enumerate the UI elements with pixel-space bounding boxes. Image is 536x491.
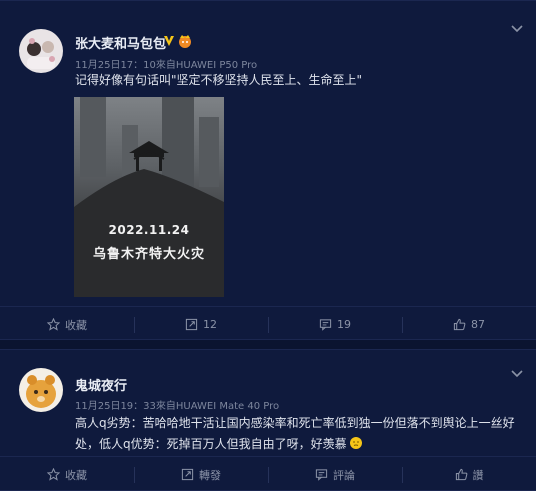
favorite-button[interactable]: 收藏 xyxy=(0,457,134,491)
comment-button[interactable]: 評論 xyxy=(268,457,402,491)
vip-crown-icon[interactable] xyxy=(177,34,193,48)
post-text: 记得好像有句话叫"坚定不移坚持人民至上、生命至上" xyxy=(75,73,363,87)
star-icon xyxy=(47,468,60,481)
author-name[interactable]: 鬼城夜行 xyxy=(75,375,127,394)
like-label: 讚 xyxy=(472,468,484,482)
comment-label: 評論 xyxy=(333,468,355,482)
star-icon xyxy=(47,318,60,331)
repost-icon xyxy=(185,318,198,331)
comment-count: 19 xyxy=(337,318,351,331)
post-card: 鬼城夜行 11月25日19：33來自HUAWEI Mate 40 Pro 高人q… xyxy=(0,349,536,491)
avatar[interactable] xyxy=(19,29,63,73)
repost-count: 12 xyxy=(203,318,217,331)
like-button[interactable]: 87 xyxy=(402,307,536,342)
favorite-label: 收藏 xyxy=(65,318,87,332)
thumbs-up-icon xyxy=(453,318,466,331)
envy-emoji-icon xyxy=(349,437,362,449)
repost-button[interactable]: 12 xyxy=(134,307,268,342)
like-button[interactable]: 讚 xyxy=(402,457,536,491)
verified-v-icon xyxy=(164,36,174,46)
comment-icon xyxy=(319,319,332,331)
chevron-down-icon[interactable] xyxy=(510,21,524,35)
post-meta: 11月25日19：33來自HUAWEI Mate 40 Pro xyxy=(75,401,280,412)
image-date: 2022.11.24 xyxy=(108,223,190,237)
weibo-feed: 张大麦和马包包 11月25日17：10來自HUAWEI P50 Pro 记得好像… xyxy=(0,0,536,491)
thumbs-up-icon xyxy=(455,468,467,481)
post-card: 张大麦和马包包 11月25日17：10來自HUAWEI P50 Pro 记得好像… xyxy=(0,0,536,340)
fire-memorial-image xyxy=(74,97,224,297)
repost-icon xyxy=(181,468,194,481)
post-image[interactable]: 2022.11.24 乌鲁木齐特大火灾 xyxy=(74,97,224,297)
avatar[interactable] xyxy=(19,368,63,412)
like-count: 87 xyxy=(471,318,485,331)
repost-button[interactable]: 轉發 xyxy=(134,457,268,491)
post-text: 高人q劣势：苦哈哈地干活让国内感染率和死亡率低到独一份但落不到舆论上一丝好处，低… xyxy=(75,413,525,455)
post-actions: 收藏 12 19 87 xyxy=(0,306,536,342)
author-name[interactable]: 张大麦和马包包 xyxy=(75,33,166,52)
favorite-label: 收藏 xyxy=(65,468,87,482)
post-meta: 11月25日17：10來自HUAWEI P50 Pro xyxy=(75,60,258,71)
author-badges xyxy=(163,34,193,48)
repost-label: 轉發 xyxy=(199,468,221,482)
comment-button[interactable]: 19 xyxy=(268,307,402,342)
favorite-button[interactable]: 收藏 xyxy=(0,307,134,342)
post-text-body: 高人q劣势：苦哈哈地干活让国内感染率和死亡率低到独一份但落不到舆论上一丝好处，低… xyxy=(75,416,515,451)
comment-icon xyxy=(315,469,328,481)
image-title: 乌鲁木齐特大火灾 xyxy=(92,247,205,262)
chevron-down-icon[interactable] xyxy=(510,366,524,380)
post-actions: 收藏 轉發 評論 讚 xyxy=(0,456,536,491)
